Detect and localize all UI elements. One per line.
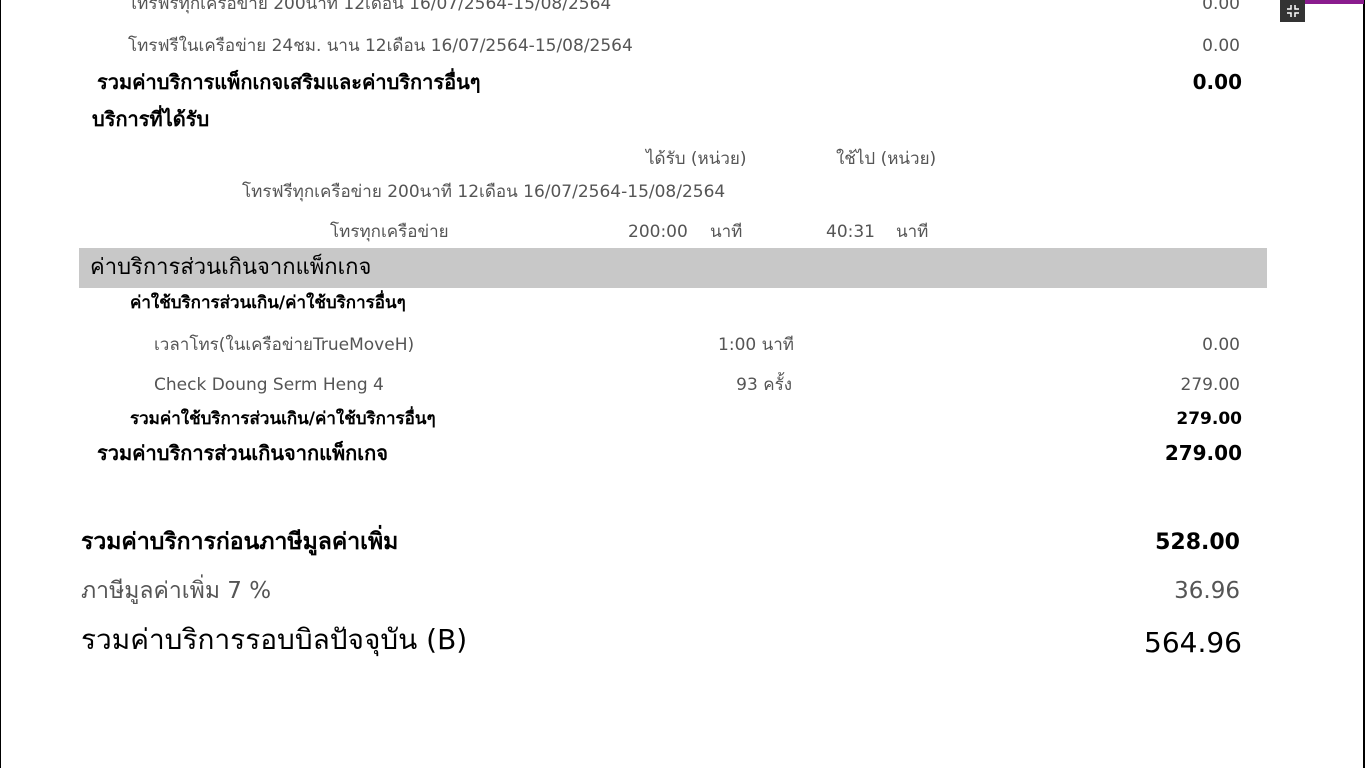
sub-total-amount: 279.00: [1176, 409, 1242, 429]
package-item-label: โทรฟรีทุกเครือข่าย 200นาที 12เดือน 16/07…: [128, 0, 612, 14]
line-item-qty: 93 ครั้ง: [736, 375, 792, 395]
usage-used-value: 40:31: [826, 222, 875, 242]
package-total-amount: 0.00: [1192, 70, 1242, 94]
vat-label: ภาษีมูลค่าเพิ่ม 7 %: [81, 578, 272, 604]
sub-section-title: ค่าใช้บริการส่วนเกิน/ค่าใช้บริการอื่นๆ: [130, 293, 406, 313]
line-item-amount: 0.00: [1202, 335, 1240, 355]
usage-received-value: 200:00: [628, 222, 688, 242]
sub-total-label: รวมค่าใช้บริการส่วนเกิน/ค่าใช้บริการอื่น…: [130, 409, 436, 429]
package-item-amount: 0.00: [1202, 0, 1240, 14]
package-name: โทรฟรีทุกเครือข่าย 200นาที 12เดือน 16/07…: [242, 182, 726, 202]
package-total-label: รวมค่าบริการแพ็กเกจเสริมและค่าบริการอื่น…: [97, 70, 481, 94]
pre-vat-amount: 528.00: [1155, 530, 1240, 555]
column-header-received: ได้รับ (หน่วย): [646, 149, 747, 169]
vat-amount: 36.96: [1174, 578, 1240, 604]
overage-total-label: รวมค่าบริการส่วนเกินจากแพ็กเกจ: [97, 441, 388, 465]
package-item-amount: 0.00: [1202, 36, 1240, 56]
pre-vat-label: รวมค่าบริการก่อนภาษีมูลค่าเพิ่ม: [81, 529, 399, 555]
grand-total-label: รวมค่าบริการรอบบิลปัจจุบัน (B): [81, 623, 468, 656]
usage-used-unit: นาที: [896, 222, 929, 242]
usage-received-unit: นาที: [710, 222, 743, 242]
line-item-qty: 1:00 นาที: [718, 335, 794, 355]
usage-row-label: โทรทุกเครือข่าย: [330, 222, 449, 242]
exit-fullscreen-button[interactable]: [1280, 0, 1305, 22]
grand-total-amount: 564.96: [1144, 626, 1242, 659]
section-title: บริการที่ได้รับ: [92, 107, 210, 131]
section-header: ค่าบริการส่วนเกินจากแพ็กเกจ: [90, 255, 372, 280]
line-item-amount: 279.00: [1180, 375, 1240, 395]
collapse-icon: [1286, 5, 1299, 17]
overage-total-amount: 279.00: [1164, 441, 1242, 465]
package-item-label: โทรฟรีในเครือข่าย 24ชม. นาน 12เดือน 16/0…: [128, 36, 633, 56]
viewer-left-border: [0, 0, 1, 768]
column-header-used: ใช้ไป (หน่วย): [836, 149, 937, 169]
viewer-right-border: [1363, 0, 1365, 768]
line-item-label: เวลาโทร(ในเครือข่ายTrueMoveH): [154, 335, 415, 355]
line-item-label: Check Doung Serm Heng 4: [154, 375, 384, 395]
